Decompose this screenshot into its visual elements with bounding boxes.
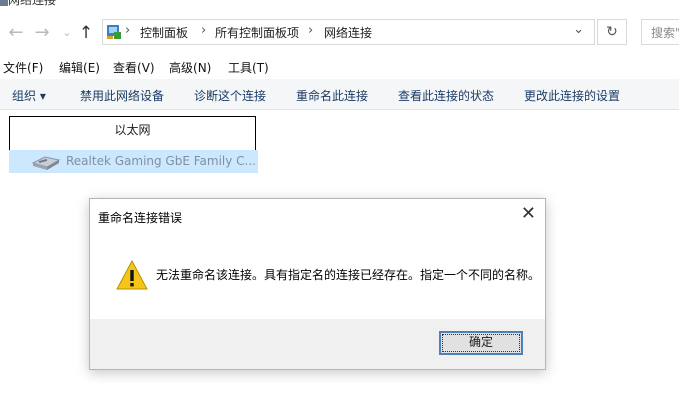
breadcrumb-control-panel[interactable]: 控制面板 (140, 24, 188, 41)
menu-tools[interactable]: 工具(T) (228, 59, 269, 76)
menu-view[interactable]: 查看(V) (113, 59, 155, 76)
menu-label: 查看 (113, 61, 138, 75)
back-arrow-icon[interactable]: ← (6, 22, 26, 44)
adapter-description: Realtek Gaming GbE Family C... (66, 154, 256, 168)
breadcrumb-all-control-panel-items[interactable]: 所有控制面板项 (215, 24, 299, 41)
rename-error-dialog: 重命名连接错误 ✕ 无法重命名该连接。具有指定名的连接已经存在。指定一个不同的名… (89, 198, 546, 370)
window-title: 网络连接 (8, 0, 57, 7)
dialog-footer: 确定 (90, 319, 545, 369)
address-bar[interactable]: › 控制面板 › 所有控制面板项 › 网络连接 ⌄ (102, 19, 595, 45)
dialog-title: 重命名连接错误 (98, 211, 183, 225)
disable-device-button[interactable]: 禁用此网络设备 (80, 87, 164, 104)
network-folder-icon (0, 0, 8, 6)
address-dropdown-chevron-down-icon[interactable]: ⌄ (573, 22, 584, 37)
forward-arrow-icon[interactable]: → (32, 22, 52, 44)
dialog-message: 无法重命名该连接。具有指定名的连接已经存在。指定一个不同的名称。 (156, 268, 541, 282)
menu-label: 编辑 (59, 61, 84, 75)
menu-file[interactable]: 文件(F) (3, 59, 43, 76)
menu-bar: 文件(F) 编辑(E) 查看(V) 高级(N) 工具(T) (0, 57, 679, 77)
recent-locations-chevron-down-icon[interactable]: ⌄ (57, 22, 77, 44)
window-title-bar: 网络连接 (0, 0, 679, 12)
menu-accelerator: (E) (83, 61, 100, 75)
menu-advanced[interactable]: 高级(N) (169, 59, 211, 76)
rename-input[interactable]: 以太网 (9, 116, 256, 151)
breadcrumb-separator: › (308, 23, 314, 38)
menu-label: 工具 (228, 61, 253, 75)
menu-edit[interactable]: 编辑(E) (59, 59, 100, 76)
rename-connection-button[interactable]: 重命名此连接 (296, 87, 368, 104)
search-input[interactable]: 搜索" (641, 19, 679, 45)
menu-label: 高级 (169, 61, 194, 75)
menu-accelerator: (N) (193, 61, 212, 75)
control-panel-icon (107, 25, 121, 39)
breadcrumb-separator: › (201, 23, 207, 38)
up-arrow-icon[interactable]: ↑ (76, 22, 96, 44)
breadcrumb-separator: › (125, 23, 131, 38)
diagnose-connection-button[interactable]: 诊断这个连接 (194, 87, 266, 104)
connection-item-ethernet[interactable]: Realtek Gaming GbE Family C... (9, 150, 258, 173)
ok-button[interactable]: 确定 (439, 331, 523, 355)
warning-icon (116, 260, 148, 290)
menu-accelerator: (T) (252, 61, 269, 75)
command-bar: 组织 ▾ 禁用此网络设备 诊断这个连接 重命名此连接 查看此连接的状态 更改此连… (0, 79, 679, 110)
close-icon[interactable]: ✕ (521, 203, 536, 225)
menu-accelerator: (F) (27, 61, 44, 75)
view-status-button[interactable]: 查看此连接的状态 (398, 87, 494, 104)
network-adapter-icon (31, 156, 61, 170)
breadcrumb-network-connections[interactable]: 网络连接 (324, 24, 372, 41)
menu-accelerator: (V) (137, 61, 155, 75)
refresh-icon[interactable]: ↻ (597, 19, 627, 45)
organize-button[interactable]: 组织 ▾ (12, 87, 46, 104)
menu-label: 文件 (3, 61, 28, 75)
change-settings-button[interactable]: 更改此连接的设置 (524, 87, 620, 104)
